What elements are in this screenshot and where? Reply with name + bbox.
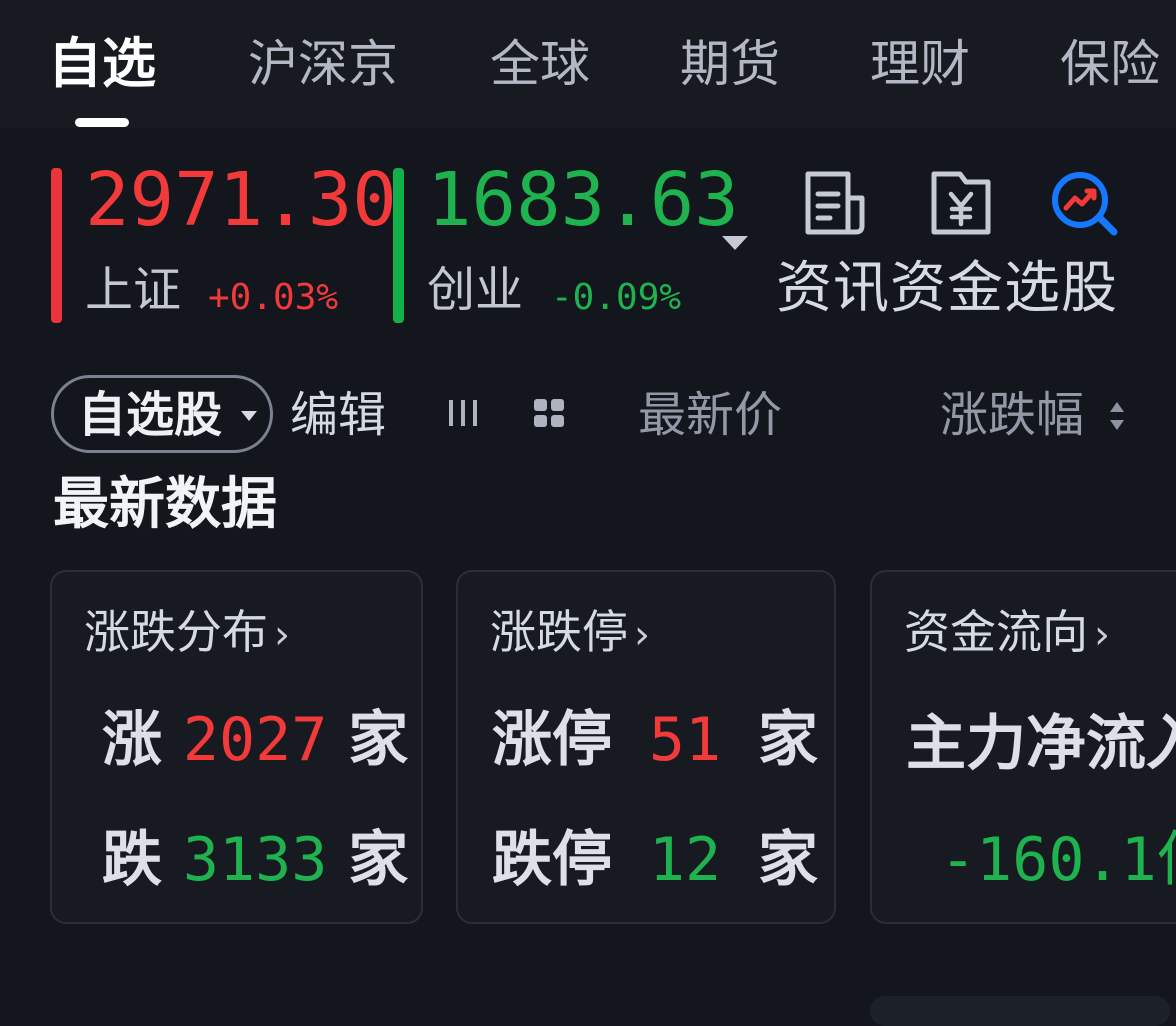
fund-tool[interactable] bbox=[916, 168, 1004, 248]
chevron-right-icon: › bbox=[274, 612, 290, 658]
card-limit-up-down[interactable]: 涨跌停 › 涨停 51 家 跌停 12 家 bbox=[456, 570, 836, 924]
falling-count: 3133 bbox=[182, 825, 328, 895]
chevron-right-icon: › bbox=[634, 612, 650, 658]
index-chinext[interactable]: 1683.63 创业 -0.09% bbox=[393, 160, 739, 323]
active-tab-indicator bbox=[75, 118, 129, 127]
tab-insurance[interactable]: 保险 bbox=[1060, 32, 1160, 96]
index-trend-bar bbox=[51, 168, 62, 323]
news-tool[interactable] bbox=[790, 168, 878, 248]
main-net-inflow-value: -160.1亿 bbox=[940, 825, 1176, 895]
tool-labels: 资讯资金选股 bbox=[776, 254, 1118, 324]
bottom-content-peek bbox=[870, 996, 1170, 1026]
section-title: 最新数据 bbox=[53, 472, 277, 537]
stock-picker-label[interactable]: 选股 bbox=[1004, 256, 1118, 321]
grid-view-icon[interactable] bbox=[532, 396, 566, 434]
rising-count-row: 涨 2027 家 bbox=[102, 705, 409, 775]
fund-label[interactable]: 资金 bbox=[890, 256, 1004, 321]
column-header-change-percent[interactable]: 涨跌幅 bbox=[940, 384, 1084, 446]
column-header-latest-price[interactable]: 最新价 bbox=[638, 384, 782, 446]
tab-futures[interactable]: 期货 bbox=[680, 32, 780, 96]
card-capital-flow[interactable]: 资金流向› 主力净流入 -160.1亿 bbox=[870, 570, 1176, 924]
card-up-down-distribution[interactable]: 涨跌分布 › 涨 2027 家 跌 3133 家 bbox=[50, 570, 423, 924]
news-icon bbox=[805, 171, 865, 235]
watchlist-group-selector[interactable]: 自选股 bbox=[51, 375, 273, 453]
limit-up-row: 涨停 51 家 bbox=[492, 705, 819, 775]
index-dropdown-icon[interactable] bbox=[722, 236, 748, 250]
falling-count-row: 跌 3133 家 bbox=[102, 825, 409, 895]
index-change: +0.03% bbox=[208, 277, 339, 318]
list-view-icon[interactable] bbox=[446, 396, 480, 434]
chevron-right-icon: › bbox=[1094, 612, 1110, 658]
index-change: -0.09% bbox=[551, 277, 682, 318]
tab-watchlist[interactable]: 自选 bbox=[48, 32, 156, 96]
index-value: 2971.30 bbox=[85, 157, 397, 243]
card-title: 涨跌停 › bbox=[490, 605, 650, 659]
limit-down-row: 跌停 12 家 bbox=[492, 825, 819, 895]
card-title: 涨跌分布 › bbox=[84, 605, 290, 659]
stock-picker-tool[interactable] bbox=[1036, 168, 1124, 248]
top-tab-bar: 自选 沪深京 全球 期货 理财 保险 bbox=[0, 0, 1176, 128]
main-net-inflow-label: 主力净流入 bbox=[906, 709, 1176, 779]
tab-shanghai-shenzhen-beijing[interactable]: 沪深京 bbox=[248, 32, 398, 96]
index-trend-bar bbox=[393, 168, 404, 323]
tab-wealth-management[interactable]: 理财 bbox=[870, 32, 970, 96]
limit-down-count: 12 bbox=[648, 825, 722, 895]
fund-icon bbox=[931, 171, 991, 235]
index-value: 1683.63 bbox=[427, 157, 739, 243]
index-name: 上证 bbox=[85, 262, 182, 318]
watchlist-group-label: 自选股 bbox=[78, 387, 223, 443]
edit-button[interactable]: 编辑 bbox=[290, 384, 386, 446]
stock-picker-icon bbox=[1052, 172, 1118, 236]
chevron-down-icon bbox=[241, 411, 257, 421]
news-label[interactable]: 资讯 bbox=[776, 256, 890, 321]
card-title: 资金流向 › bbox=[904, 605, 1110, 659]
rising-count: 2027 bbox=[182, 705, 328, 775]
tab-global[interactable]: 全球 bbox=[490, 32, 590, 96]
limit-up-count: 51 bbox=[648, 705, 722, 775]
main-net-inflow-value-row: -160.1亿 bbox=[940, 822, 1176, 898]
index-shanghai[interactable]: 2971.30 上证 +0.03% bbox=[51, 160, 397, 323]
index-name: 创业 bbox=[427, 262, 524, 318]
sort-icon[interactable] bbox=[1108, 400, 1126, 432]
